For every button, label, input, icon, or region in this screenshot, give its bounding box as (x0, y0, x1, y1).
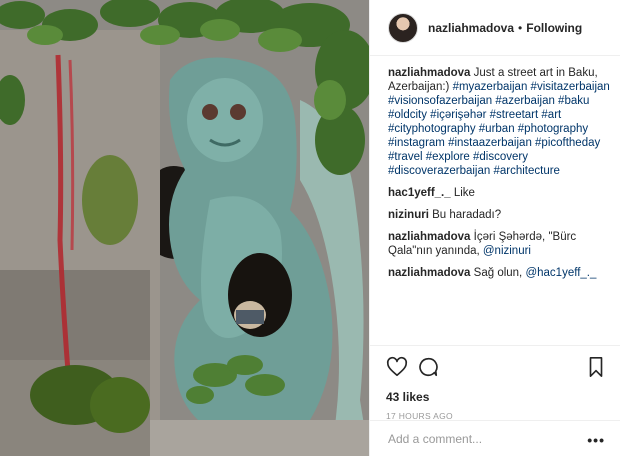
comment-author[interactable]: hac1yeff_._ (388, 187, 451, 199)
comment-author[interactable]: nazliahmadova (388, 267, 470, 279)
following-button[interactable]: Following (526, 21, 582, 35)
add-comment-bar: ••• (370, 420, 620, 456)
separator-dot: • (518, 20, 523, 35)
comments-list: nazliahmadova Just a street art in Baku,… (388, 66, 610, 288)
action-icons (386, 356, 605, 382)
more-options-icon[interactable]: ••• (587, 432, 605, 448)
comment-text: Sağ olun, (473, 267, 526, 279)
hashtags[interactable]: #myazerbaijan #visitazerbaijan #visionso… (388, 81, 610, 177)
avatar[interactable] (388, 12, 418, 43)
post-photo[interactable] (0, 0, 369, 456)
heart-icon[interactable] (386, 356, 408, 378)
instagram-post: nazliahmadova • Following nazliahmadova … (0, 0, 620, 456)
comment-item: nizinuri Bu haradadı? (388, 208, 610, 222)
post-actions: 43 likes 17 HOURS AGO (370, 345, 620, 421)
post-side-panel: nazliahmadova • Following nazliahmadova … (369, 0, 620, 456)
comment-author[interactable]: nazliahmadova (388, 67, 470, 79)
street-art-image (0, 0, 369, 456)
header-username[interactable]: nazliahmadova (428, 21, 514, 35)
likes-count[interactable]: 43 likes (386, 390, 605, 404)
comment-item: nazliahmadova Sağ olun, @hac1yeff_._ (388, 266, 610, 280)
comment-item: hac1yeff_._ Like (388, 186, 610, 200)
comment-author[interactable]: nizinuri (388, 209, 429, 221)
caption: nazliahmadova Just a street art in Baku,… (388, 66, 610, 178)
comment-item: nazliahmadova İçəri Şəhərdə, "Bürc Qala"… (388, 230, 610, 258)
comment-text: Bu haradadı? (432, 209, 502, 221)
bookmark-icon[interactable] (587, 356, 605, 378)
add-comment-input[interactable] (388, 431, 568, 446)
mention-link[interactable]: @hac1yeff_._ (525, 267, 596, 279)
comment-icon[interactable] (417, 356, 439, 378)
mention-link[interactable]: @nizinuri (483, 245, 531, 257)
post-header: nazliahmadova • Following (370, 0, 620, 56)
comment-text: Like (453, 187, 475, 199)
comment-author[interactable]: nazliahmadova (388, 231, 470, 243)
